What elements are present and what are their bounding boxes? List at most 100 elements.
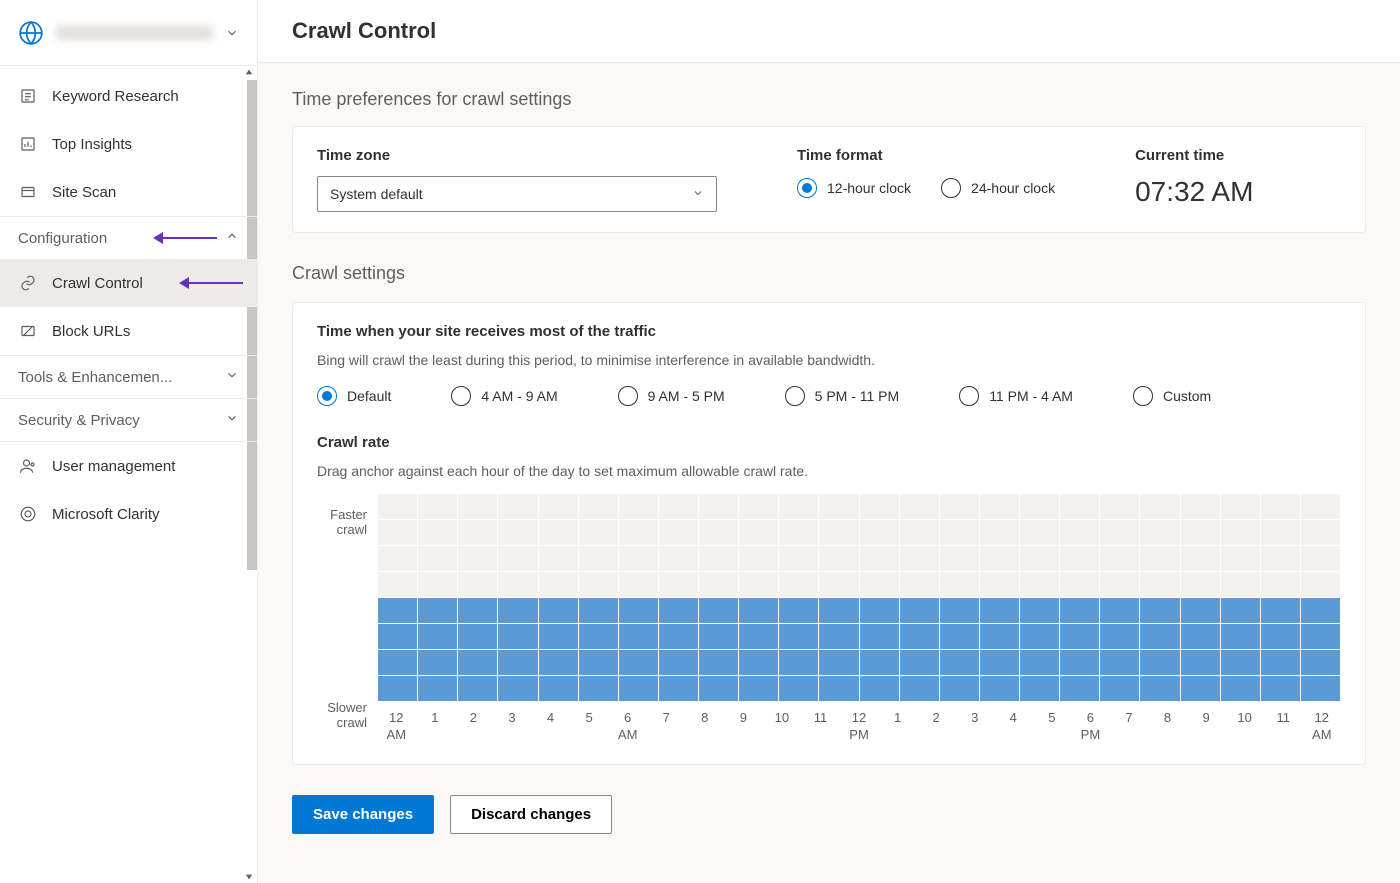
chart-cell[interactable] [578,650,618,676]
radio-12-hour[interactable]: 12-hour clock [797,178,911,198]
chart-cell[interactable] [819,546,859,572]
chart-cell[interactable] [819,624,859,650]
chart-cell[interactable] [498,494,538,520]
chart-cell[interactable] [1060,520,1100,546]
chart-cell[interactable] [979,546,1019,572]
chart-cell[interactable] [779,572,819,598]
chart-cell[interactable] [899,650,939,676]
chart-cell[interactable] [699,494,739,520]
chart-cell[interactable] [578,520,618,546]
chart-cell[interactable] [538,598,578,624]
chart-cell[interactable] [1300,572,1340,598]
chart-cell[interactable] [418,676,458,702]
chart-cell[interactable] [739,650,779,676]
chart-cell[interactable] [538,676,578,702]
chart-cell[interactable] [1220,676,1260,702]
chart-cell[interactable] [658,650,698,676]
chart-cell[interactable] [498,572,538,598]
chart-cell[interactable] [779,676,819,702]
chart-cell[interactable] [1260,624,1300,650]
scroll-down-icon[interactable] [243,871,255,883]
chart-cell[interactable] [739,546,779,572]
chart-cell[interactable] [1060,572,1100,598]
chart-cell[interactable] [739,494,779,520]
chart-cell[interactable] [658,572,698,598]
chart-cell[interactable] [1180,676,1220,702]
chart-cell[interactable] [378,676,418,702]
chart-cell[interactable] [578,676,618,702]
chart-cell[interactable] [859,650,899,676]
chart-cell[interactable] [699,676,739,702]
chart-cell[interactable] [859,494,899,520]
chart-cell[interactable] [1060,650,1100,676]
radio-traffic-2[interactable]: 9 AM - 5 PM [618,386,725,406]
chart-cell[interactable] [979,598,1019,624]
discard-button[interactable]: Discard changes [450,795,612,834]
chart-cell[interactable] [418,624,458,650]
radio-traffic-4[interactable]: 11 PM - 4 AM [959,386,1073,406]
chart-cell[interactable] [1100,598,1140,624]
chart-cell[interactable] [1060,676,1100,702]
chart-cell[interactable] [939,676,979,702]
chart-cell[interactable] [1300,598,1340,624]
chart-cell[interactable] [939,650,979,676]
chart-cell[interactable] [739,598,779,624]
chart-cell[interactable] [1180,546,1220,572]
chart-cell[interactable] [739,572,779,598]
chart-cell[interactable] [1140,494,1180,520]
chart-cell[interactable] [1260,676,1300,702]
chart-cell[interactable] [1260,546,1300,572]
chart-cell[interactable] [1100,546,1140,572]
chart-cell[interactable] [819,494,859,520]
chart-cell[interactable] [819,572,859,598]
chart-cell[interactable] [1260,572,1300,598]
chart-cell[interactable] [378,572,418,598]
chart-cell[interactable] [658,598,698,624]
chart-cell[interactable] [578,598,618,624]
chart-cell[interactable] [538,650,578,676]
chart-cell[interactable] [578,572,618,598]
chart-cell[interactable] [618,546,658,572]
chart-cell[interactable] [979,520,1019,546]
nav-item-block-urls[interactable]: Block URLs [0,307,257,355]
chart-cell[interactable] [458,520,498,546]
chart-cell[interactable] [618,676,658,702]
chart-cell[interactable] [1260,598,1300,624]
chart-cell[interactable] [899,572,939,598]
chart-cell[interactable] [618,494,658,520]
nav-section-security[interactable]: Security & Privacy [0,398,257,441]
chart-cell[interactable] [1180,598,1220,624]
chart-cell[interactable] [378,494,418,520]
crawl-rate-chart[interactable]: Faster crawl Slower crawl 12AM123456AM78… [317,493,1341,744]
chart-cell[interactable] [538,624,578,650]
chart-cell[interactable] [939,572,979,598]
chart-cell[interactable] [378,546,418,572]
chart-cell[interactable] [1220,598,1260,624]
chart-cell[interactable] [859,676,899,702]
chart-cell[interactable] [1100,624,1140,650]
chart-cell[interactable] [1140,598,1180,624]
chart-cell[interactable] [699,572,739,598]
timezone-select[interactable]: System default [317,176,717,212]
chart-cell[interactable] [1020,676,1060,702]
radio-traffic-0[interactable]: Default [317,386,391,406]
chart-cell[interactable] [578,624,618,650]
chart-cell[interactable] [458,624,498,650]
chart-cell[interactable] [418,546,458,572]
chart-cell[interactable] [1300,676,1340,702]
radio-traffic-3[interactable]: 5 PM - 11 PM [785,386,900,406]
chart-cell[interactable] [1260,650,1300,676]
chart-cell[interactable] [939,624,979,650]
chart-cell[interactable] [1020,598,1060,624]
chart-cell[interactable] [498,650,538,676]
chart-cell[interactable] [979,650,1019,676]
chart-cell[interactable] [899,598,939,624]
chart-cell[interactable] [1140,520,1180,546]
chart-cell[interactable] [859,520,899,546]
chart-cell[interactable] [378,598,418,624]
chart-cell[interactable] [618,598,658,624]
chart-cell[interactable] [458,676,498,702]
chart-cell[interactable] [779,624,819,650]
chart-cell[interactable] [899,676,939,702]
chart-cell[interactable] [378,650,418,676]
